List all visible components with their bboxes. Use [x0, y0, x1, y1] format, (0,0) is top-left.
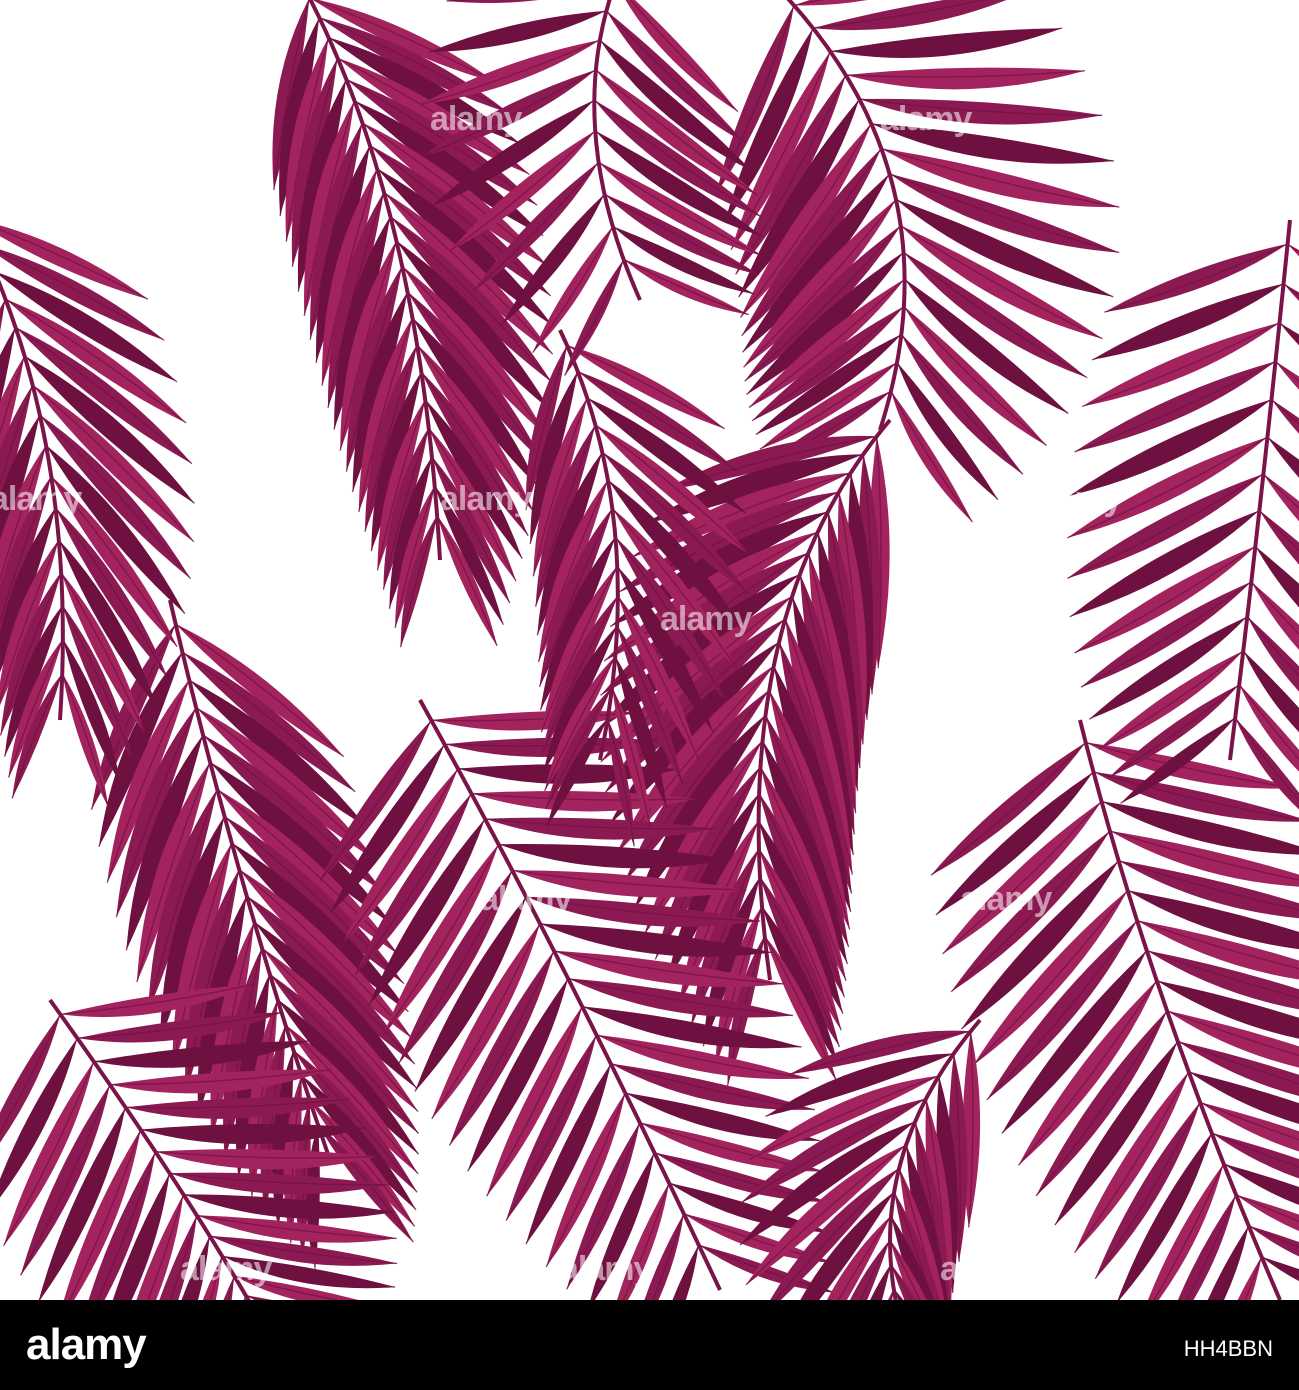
image-id: HH4BBN [1183, 1336, 1273, 1361]
palm-leaf-illustration [0, 0, 1299, 1300]
palm-leaflet [813, 0, 1007, 31]
palm-leaflet [1261, 1256, 1299, 1282]
palm-leaflet [1092, 283, 1284, 360]
stock-photo-footer: alamy HH4BBN [0, 1300, 1299, 1390]
alamy-logo: alamy [26, 1320, 147, 1369]
palm-frond [1067, 219, 1299, 810]
palm-leaflet [1275, 361, 1299, 390]
palm-leaflet [446, 0, 539, 4]
palm-leaflet [1279, 322, 1299, 346]
palm-leaflet [845, 67, 1085, 90]
palm-leaflet [1104, 243, 1288, 313]
leaflet-midrib [1279, 322, 1299, 340]
palm-leaf-pattern [0, 0, 1299, 1300]
palm-frond [715, 0, 1120, 523]
palm-frond [272, 0, 554, 648]
palm-frond [930, 719, 1299, 1300]
